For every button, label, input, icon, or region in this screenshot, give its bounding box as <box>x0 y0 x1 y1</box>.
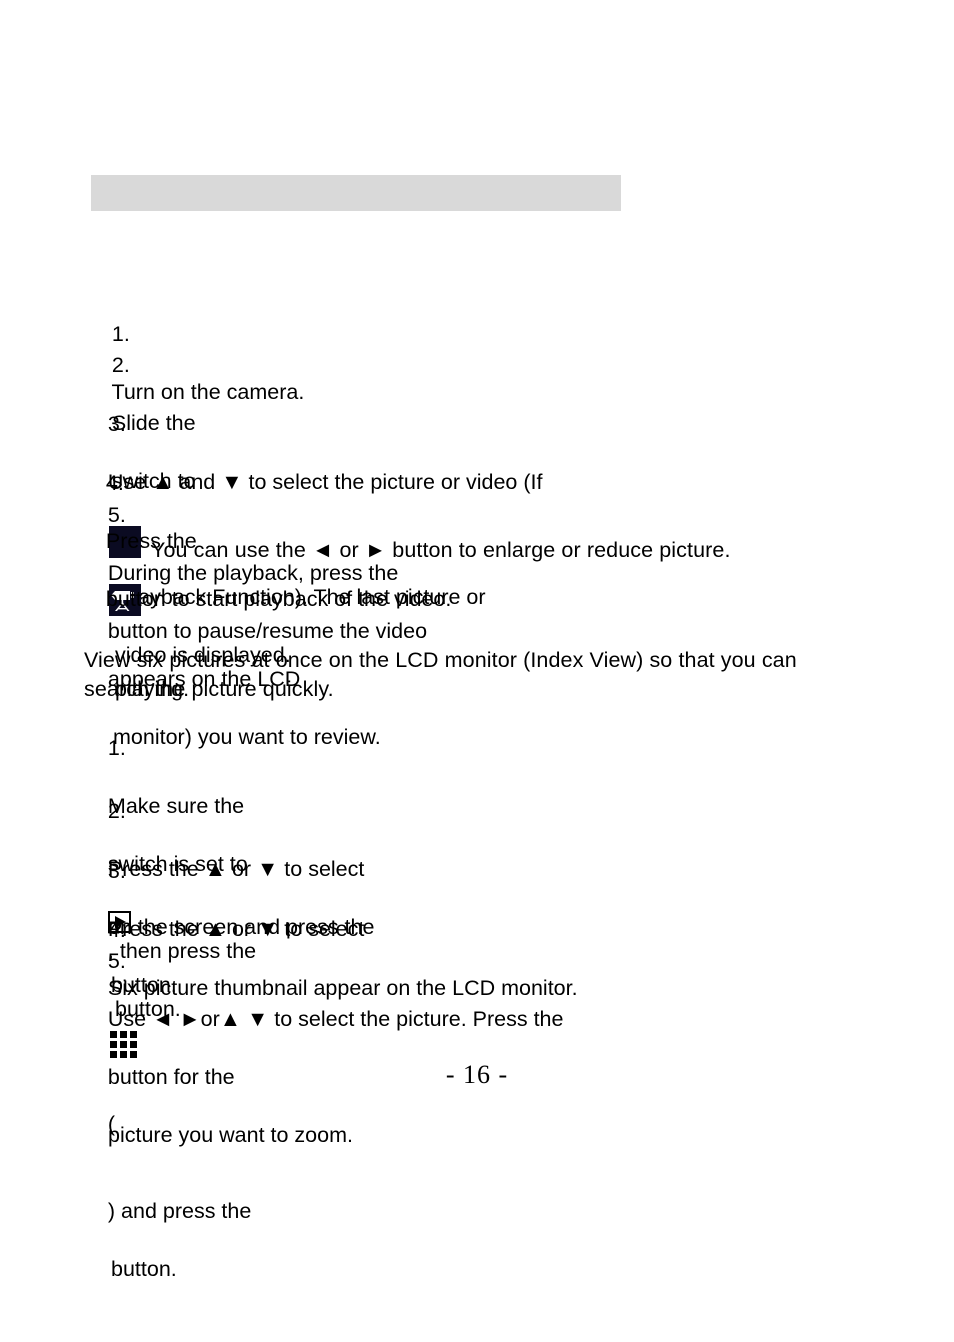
playback-step-5-number: 5. <box>107 503 126 527</box>
index-view-intro-line1: View six pictures at once on the LCD mon… <box>84 648 797 672</box>
index-step-1-number: 1. <box>107 736 126 760</box>
playback-note: You can use the ◄ or ► button to enlarge… <box>151 538 731 562</box>
index-step-5-line2: picture you want to zoom. <box>108 1123 353 1147</box>
playback-step-3-number: 3. <box>107 412 126 436</box>
index-step-5-text-a: Use ◄ ►or▲ ▼ to select the picture. Pres… <box>107 1007 564 1031</box>
index-step-2-number: 2. <box>107 799 126 823</box>
index-step-5-number: 5. <box>107 949 126 973</box>
playback-step-2-number: 2. <box>111 353 130 377</box>
index-view-intro-line2: search the picture quickly. <box>84 677 334 701</box>
index-step-3-line2: button. <box>111 1257 177 1281</box>
page-number: - 16 - <box>445 1060 509 1089</box>
index-step-3-number: 3. <box>107 859 126 883</box>
section-header-bar <box>91 175 621 211</box>
manual-page: 1. Turn on the camera. 2. Slide the swit… <box>0 0 954 1281</box>
playback-step-5-text-b: button to pause/resume the video <box>107 619 428 643</box>
